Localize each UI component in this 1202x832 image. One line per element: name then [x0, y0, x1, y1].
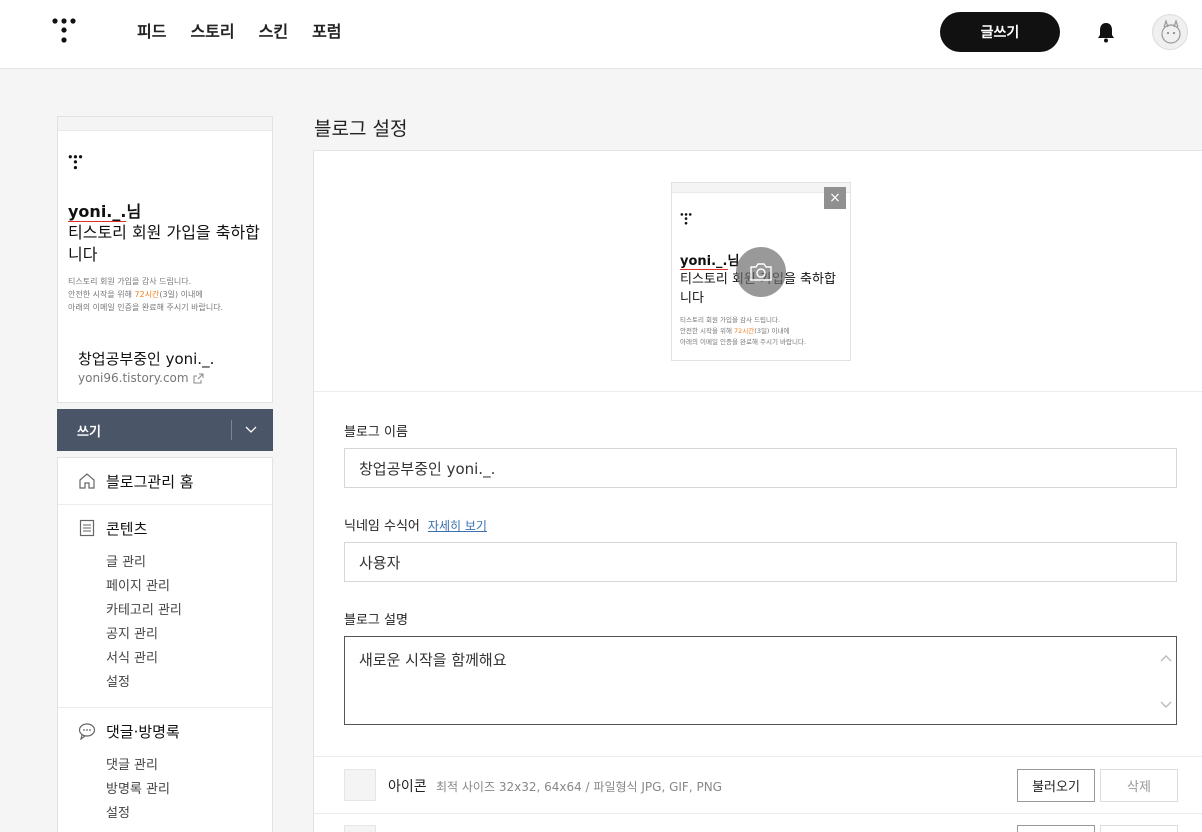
blog-profile-card: yoni._.님 티스토리 회원 가입을 축하합니다 티스토리 회원 가입을 감… [57, 116, 273, 403]
remove-cover-button[interactable]: × [824, 187, 846, 209]
next-row-preview [344, 825, 376, 832]
tistory-mini-logo-icon [68, 155, 83, 170]
bell-icon[interactable] [1096, 21, 1116, 43]
welcome-small-highlight: 72시간 [134, 290, 160, 299]
top-header: 피드 스토리 스킨 포럼 글쓰기 [0, 0, 1202, 69]
blog-description-text: 새로운 시작을 함께해요 [359, 651, 507, 669]
sidebar-item-label: 댓글·방명록 [106, 722, 180, 741]
avatar[interactable] [1152, 14, 1188, 50]
contents-submenu: 글 관리 페이지 관리 카테고리 관리 공지 관리 서식 관리 설정 [78, 551, 272, 695]
sidebar-item-guestbook-manage[interactable]: 방명록 관리 [106, 778, 272, 802]
scroll-down-icon[interactable] [1160, 700, 1172, 710]
welcome-username: yoni._. [68, 202, 127, 222]
blog-description-label: 블로그 설명 [344, 613, 408, 628]
avatar-illustration-icon [1154, 16, 1187, 49]
document-icon [79, 519, 95, 537]
blog-icon-label: 아이콘 [388, 779, 427, 795]
write-bar-divider [231, 420, 232, 440]
welcome-small-line-2: 안전한 시작을 위해 72시간(3일) 이내에 [68, 288, 268, 301]
sidebar-item-comment-manage[interactable]: 댓글 관리 [106, 754, 272, 778]
camera-icon [750, 263, 772, 281]
change-cover-button[interactable] [736, 247, 786, 297]
blog-url-text: yoni96.tistory.com [78, 371, 189, 385]
nav-skin[interactable]: 스킨 [259, 22, 288, 42]
tistory-logo-icon[interactable] [52, 18, 78, 46]
blog-icon-description: 최적 사이즈 32x32, 64x64 / 파일형식 JPG, GIF, PNG [436, 780, 722, 794]
nav-feed[interactable]: 피드 [137, 22, 166, 42]
card-topbar [58, 117, 272, 131]
welcome-small-text: 티스토리 회원 가입을 감사 드립니다. 안전한 시작을 위해 72시간(3일)… [68, 275, 268, 314]
nickname-details-link[interactable]: 자세히 보기 [428, 519, 487, 533]
blog-url-link[interactable]: yoni96.tistory.com [78, 371, 204, 385]
thumb-small-line-1: 티스토리 회원 가입을 감사 드립니다. [680, 316, 781, 324]
blog-settings-panel: yoni._.님 티스토리 회원 가입을 축하합니다 티스토리 회원 가입을 감… [313, 150, 1202, 832]
welcome-small-2c: (3일) 이내에 [159, 290, 203, 299]
comments-submenu: 댓글 관리 방명록 관리 설정 [78, 754, 272, 826]
nav-forum[interactable]: 포럼 [312, 22, 341, 42]
sidebar-item-notices[interactable]: 공지 관리 [106, 623, 272, 647]
write-post-button[interactable]: 글쓰기 [940, 12, 1060, 52]
next-row-load-button[interactable] [1017, 825, 1095, 832]
thumb-small-2c: (3일) 이내에 [754, 327, 790, 335]
blog-title: 창업공부중인 yoni._. [78, 350, 215, 368]
next-row-delete-button[interactable] [1100, 825, 1178, 832]
thumb-small-line-3: 아래의 이메일 인증을 완료해 주시기 바랍니다. [680, 338, 807, 346]
blog-icon-preview [344, 769, 376, 801]
welcome-small-line-3: 아래의 이메일 인증을 완료해 주시기 바랍니다. [68, 303, 224, 312]
menu-section-comments: 댓글·방명록 댓글 관리 방명록 관리 설정 [58, 708, 272, 832]
blog-icon-row: 아이콘 최적 사이즈 32x32, 64x64 / 파일형식 JPG, GIF,… [314, 756, 1202, 814]
nav-story[interactable]: 스토리 [190, 22, 234, 42]
chevron-down-icon[interactable] [245, 423, 257, 435]
sidebar-item-label: 블로그관리 홈 [106, 472, 194, 491]
speech-bubble-icon [78, 723, 96, 740]
scroll-up-icon[interactable] [1160, 653, 1172, 663]
delete-icon-button[interactable]: 삭제 [1100, 769, 1178, 802]
cover-image-area: yoni._.님 티스토리 회원 가입을 축하합니다 티스토리 회원 가입을 감… [314, 151, 1202, 392]
sidebar-item-pages[interactable]: 페이지 관리 [106, 575, 272, 599]
welcome-suffix: 님 [126, 202, 142, 221]
external-link-icon [193, 373, 204, 383]
write-bar-label: 쓰기 [77, 425, 101, 440]
thumb-small-line-2: 안전한 시작을 위해 72시간(3일) 이내에 [680, 326, 850, 337]
thumb-small-highlight: 72시간 [734, 327, 755, 335]
welcome-message: 티스토리 회원 가입을 축하합니다 [68, 223, 260, 264]
sidebar-item-contents-settings[interactable]: 설정 [106, 671, 272, 695]
blog-name-input[interactable]: 창업공부중인 yoni._. [344, 448, 1177, 488]
sidebar-item-comments-settings[interactable]: 설정 [106, 802, 272, 826]
sidebar-item-templates[interactable]: 서식 관리 [106, 647, 272, 671]
thumb-username: yoni._. [680, 254, 728, 270]
welcome-name: yoni._.님 [68, 198, 141, 222]
blog-description-textarea[interactable]: 새로운 시작을 함께해요 [344, 636, 1177, 725]
sidebar-item-comments[interactable]: 댓글·방명록 [78, 708, 272, 754]
page-title: 블로그 설정 [314, 118, 408, 140]
thumb-small-2a: 안전한 시작을 위해 [680, 327, 735, 335]
thumb-small-text: 티스토리 회원 가입을 감사 드립니다. 안전한 시작을 위해 72시간(3일)… [680, 315, 850, 348]
sidebar-item-posts[interactable]: 글 관리 [106, 551, 272, 575]
thumb-welcome-name: yoni._.님 [680, 250, 739, 270]
sidebar-menu: 블로그관리 홈 콘텐츠 글 관리 페이지 관리 카테고리 관리 공지 관리 서식… [57, 457, 273, 832]
sidebar-item-categories[interactable]: 카테고리 관리 [106, 599, 272, 623]
nickname-label-text: 닉네임 수식어 [344, 519, 420, 534]
menu-section-contents: 콘텐츠 글 관리 페이지 관리 카테고리 관리 공지 관리 서식 관리 설정 [58, 505, 272, 708]
sidebar-item-label: 콘텐츠 [106, 519, 148, 538]
load-icon-button[interactable]: 불러오기 [1017, 769, 1095, 802]
home-icon [79, 473, 95, 489]
write-dropdown-bar[interactable]: 쓰기 [57, 409, 273, 451]
blog-name-label: 블로그 이름 [344, 425, 408, 440]
sidebar-item-contents[interactable]: 콘텐츠 [78, 505, 272, 551]
welcome-small-line-1: 티스토리 회원 가입을 감사 드립니다. [68, 277, 192, 286]
nickname-label: 닉네임 수식어 자세히 보기 [344, 515, 487, 534]
menu-section-home: 블로그관리 홈 [58, 458, 272, 505]
sidebar-item-home[interactable]: 블로그관리 홈 [78, 458, 272, 504]
welcome-small-2a: 안전한 시작을 위해 [68, 290, 135, 299]
nickname-input[interactable]: 사용자 [344, 542, 1177, 582]
main-nav: 피드 스토리 스킨 포럼 [137, 22, 342, 42]
tistory-thumb-logo-icon [680, 213, 692, 225]
